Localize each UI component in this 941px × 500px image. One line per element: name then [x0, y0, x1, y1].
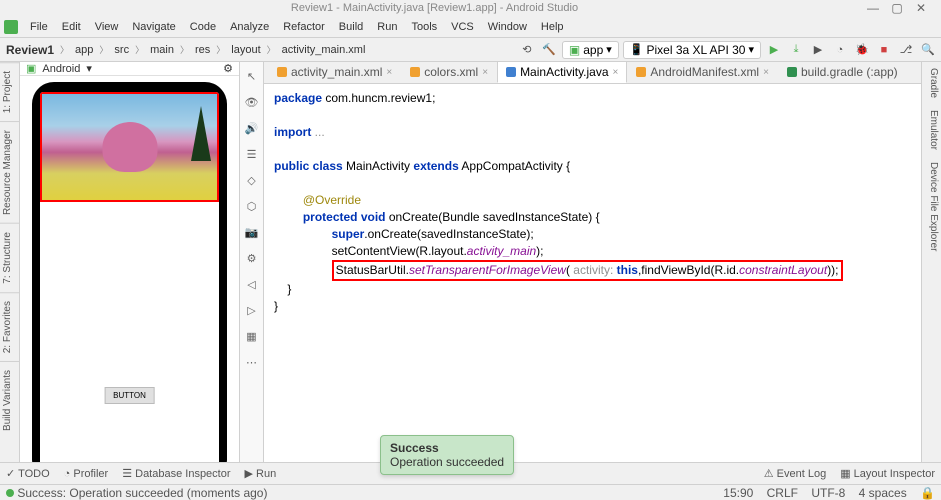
gear-icon[interactable]: ⚙ — [223, 62, 233, 75]
palette-eye-icon[interactable]: 👁 — [244, 94, 260, 110]
menu-run[interactable]: Run — [371, 19, 403, 35]
run-icon[interactable]: ▶ — [765, 41, 783, 59]
palette-camera-icon[interactable]: 📷 — [244, 224, 260, 240]
menu-build[interactable]: Build — [333, 19, 369, 35]
sync-icon[interactable]: ⟲ — [518, 41, 536, 59]
attach-icon[interactable]: 🐞 — [853, 41, 871, 59]
palette-cursor-icon[interactable]: ↖ — [244, 68, 260, 84]
debug-icon[interactable]: ⤓ — [787, 41, 805, 59]
menu-view[interactable]: View — [89, 19, 125, 35]
editor-tabs: activity_main.xml× colors.xml× MainActiv… — [264, 62, 921, 84]
tool-event-log[interactable]: ⚠ Event Log — [764, 467, 826, 480]
breadcrumb: Review1〉 app〉 src〉 main〉 res〉 layout〉 ac… — [4, 43, 518, 57]
profile-icon[interactable]: ◔ — [831, 41, 849, 59]
tab-activity-main[interactable]: activity_main.xml× — [268, 61, 401, 83]
device-select[interactable]: 📱 Pixel 3a XL API 30 ▾ — [623, 41, 761, 59]
maximize-button[interactable]: ▢ — [885, 1, 909, 15]
palette-tag-icon[interactable]: ⬡ — [244, 198, 260, 214]
palette-grid-icon[interactable]: ▦ — [244, 328, 260, 344]
status-message: Success: Operation succeeded (moments ag… — [14, 486, 713, 500]
breadcrumb-item[interactable]: app — [73, 44, 95, 56]
rail-project[interactable]: 1: Project — [0, 62, 19, 121]
menubar: File Edit View Navigate Code Analyze Ref… — [0, 16, 941, 38]
device-preview: BUTTON ◀ ● ■ — [32, 82, 227, 482]
menu-navigate[interactable]: Navigate — [126, 19, 181, 35]
tab-gradle[interactable]: build.gradle (:app) — [778, 61, 907, 83]
preview-button: BUTTON — [104, 387, 155, 404]
palette-sound-icon[interactable]: 🔊 — [244, 120, 260, 136]
rail-device-file-explorer[interactable]: Device File Explorer — [922, 156, 941, 257]
rail-favorites[interactable]: 2: Favorites — [0, 292, 19, 361]
tab-mainactivity[interactable]: MainActivity.java× — [497, 61, 627, 83]
breadcrumb-item[interactable]: main — [148, 44, 176, 56]
rail-build-variants[interactable]: Build Variants — [0, 361, 19, 439]
stop-icon[interactable]: ■ — [875, 41, 893, 59]
preview-title: Android — [42, 63, 80, 75]
breadcrumb-item[interactable]: activity_main.xml — [280, 44, 368, 56]
tool-layout-inspector[interactable]: ▦ Layout Inspector — [840, 467, 935, 480]
menu-refactor[interactable]: Refactor — [277, 19, 331, 35]
notification-title: Success — [390, 441, 504, 455]
palette-rotate-icon[interactable]: ◇ — [244, 172, 260, 188]
breadcrumb-item[interactable]: Review1 — [4, 43, 56, 57]
tab-colors[interactable]: colors.xml× — [401, 61, 497, 83]
search-icon[interactable]: 🔍 — [919, 41, 937, 59]
tool-run[interactable]: ▶ Run — [245, 467, 277, 480]
android-icon: ▣ — [26, 62, 36, 75]
status-dot-icon — [6, 489, 14, 497]
breadcrumb-item[interactable]: res — [193, 44, 212, 56]
coverage-icon[interactable]: ▶ — [809, 41, 827, 59]
tool-todo[interactable]: ✓ TODO — [6, 467, 50, 480]
breadcrumb-item[interactable]: src — [112, 44, 131, 56]
window-title: Review1 - MainActivity.java [Review1.app… — [8, 2, 861, 14]
rail-resource-manager[interactable]: Resource Manager — [0, 121, 19, 223]
palette-next-icon[interactable]: ▷ — [244, 302, 260, 318]
menu-window[interactable]: Window — [482, 19, 533, 35]
rail-structure[interactable]: 7: Structure — [0, 223, 19, 292]
menu-code[interactable]: Code — [184, 19, 222, 35]
status-lock-icon[interactable]: 🔒 — [920, 486, 935, 500]
tool-database[interactable]: ☰ Database Inspector — [122, 467, 230, 480]
hammer-icon[interactable]: 🔨 — [540, 41, 558, 59]
menu-vcs[interactable]: VCS — [445, 19, 480, 35]
app-logo-icon — [4, 20, 18, 34]
rail-emulator[interactable]: Emulator — [922, 104, 941, 156]
menu-help[interactable]: Help — [535, 19, 570, 35]
menu-file[interactable]: File — [24, 19, 54, 35]
rail-gradle[interactable]: Gradle — [922, 62, 941, 104]
tab-manifest[interactable]: AndroidManifest.xml× — [627, 61, 778, 83]
tool-profiler[interactable]: ◔ Profiler — [64, 468, 109, 480]
palette-ui-icon[interactable]: ☰ — [244, 146, 260, 162]
menu-analyze[interactable]: Analyze — [224, 19, 275, 35]
palette-prev-icon[interactable]: ◁ — [244, 276, 260, 292]
minimize-button[interactable]: — — [861, 1, 885, 15]
breadcrumb-item[interactable]: layout — [229, 44, 262, 56]
status-eol[interactable]: CRLF — [767, 486, 798, 500]
palette-settings-icon[interactable]: ⚙ — [244, 250, 260, 266]
code-editor[interactable]: package com.huncm.review1; import ... pu… — [264, 84, 921, 482]
dropdown-icon[interactable]: ▾ — [86, 62, 92, 75]
close-button[interactable]: ✕ — [909, 1, 933, 15]
git-icon[interactable]: ⎇ — [897, 41, 915, 59]
menu-tools[interactable]: Tools — [405, 19, 443, 35]
status-encoding[interactable]: UTF-8 — [811, 486, 845, 500]
preview-image — [40, 92, 219, 202]
palette-more-icon[interactable]: ⋯ — [244, 354, 260, 370]
run-config-select[interactable]: ▣app ▾ — [562, 41, 619, 59]
notification-body: Operation succeeded — [390, 455, 504, 469]
notification-popup[interactable]: Success Operation succeeded — [380, 435, 514, 475]
menu-edit[interactable]: Edit — [56, 19, 87, 35]
status-indent[interactable]: 4 spaces — [859, 486, 907, 500]
status-caret-pos[interactable]: 15:90 — [723, 486, 753, 500]
